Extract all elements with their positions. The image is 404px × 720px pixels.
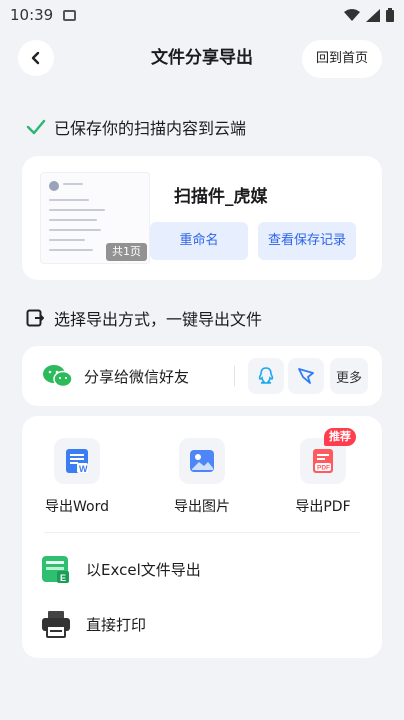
thumbnail-avatar — [49, 181, 59, 191]
export-word-label: 导出Word — [45, 499, 109, 515]
status-time: 10:39 — [10, 6, 54, 24]
export-excel-option[interactable]: E 以Excel文件导出 — [40, 553, 201, 585]
gallery-icon — [63, 9, 77, 21]
status-indicators — [344, 8, 394, 22]
share-card: 分享给微信好友 更多 — [22, 346, 382, 406]
thumbnail-line — [49, 199, 89, 201]
excel-icon: E — [42, 556, 69, 583]
wifi-icon — [344, 8, 360, 21]
share-dingtalk-button[interactable] — [288, 358, 324, 394]
svg-text:W: W — [79, 464, 88, 474]
status-bar: 10:39 — [0, 0, 404, 30]
rename-button[interactable]: 重命名 — [150, 222, 248, 260]
export-excel-label: 以Excel文件导出 — [86, 560, 201, 579]
export-section-header: 选择导出方式，一键导出文件 — [26, 306, 262, 330]
word-icon: W — [54, 438, 100, 484]
svg-text:E: E — [60, 573, 66, 583]
export-options-card: W 导出Word 导出图片 PDF 推荐 导出PDF E 以Excel文件导出 … — [22, 416, 382, 658]
share-more-button[interactable]: 更多 — [330, 358, 368, 394]
thumbnail-line — [49, 249, 93, 251]
thumbnail-line — [49, 209, 105, 211]
page-count-badge: 共1页 — [106, 243, 147, 261]
home-button[interactable]: 回到首页 — [302, 40, 382, 78]
print-option[interactable]: 直接打印 — [40, 608, 146, 640]
share-wechat-label[interactable]: 分享给微信好友 — [84, 366, 189, 387]
dingtalk-icon — [298, 368, 314, 384]
svg-text:PDF: PDF — [317, 465, 330, 472]
export-icon — [26, 309, 44, 327]
pdf-icon: PDF 推荐 — [300, 428, 356, 484]
signal-icon — [366, 8, 380, 22]
saved-text: 已保存你的扫描内容到云端 — [54, 119, 247, 138]
top-bar: 文件分享导出 回到首页 — [0, 40, 404, 82]
thumbnail-line — [49, 219, 97, 221]
divider — [234, 366, 235, 386]
print-label: 直接打印 — [86, 615, 147, 634]
image-icon — [179, 438, 225, 484]
back-button[interactable] — [18, 40, 54, 76]
chevron-left-icon — [31, 51, 40, 65]
saved-message: 已保存你的扫描内容到云端 — [26, 115, 246, 139]
export-pdf-label: 导出PDF — [295, 499, 351, 515]
document-thumbnail[interactable]: 共1页 — [40, 172, 150, 264]
thumbnail-line — [63, 183, 83, 185]
divider — [44, 532, 360, 533]
view-save-record-button[interactable]: 查看保存记录 — [258, 222, 356, 260]
export-pdf-option[interactable]: PDF 推荐 导出PDF — [276, 428, 370, 516]
export-image-label: 导出图片 — [174, 499, 230, 515]
check-icon — [26, 119, 46, 135]
export-section-title: 选择导出方式，一键导出文件 — [54, 310, 263, 329]
battery-icon — [386, 8, 394, 22]
export-image-option[interactable]: 导出图片 — [155, 438, 249, 516]
export-word-option[interactable]: W 导出Word — [30, 438, 124, 516]
printer-icon — [42, 611, 70, 638]
share-qq-button[interactable] — [248, 358, 284, 394]
wechat-icon[interactable] — [42, 363, 74, 389]
thumbnail-line — [49, 239, 85, 241]
recommend-badge: 推荐 — [324, 428, 356, 446]
document-card: 共1页 扫描件_虎媒 重命名 查看保存记录 — [22, 156, 382, 280]
thumbnail-line — [49, 229, 101, 231]
document-name: 扫描件_虎媒 — [174, 187, 268, 207]
qq-icon — [258, 367, 274, 384]
